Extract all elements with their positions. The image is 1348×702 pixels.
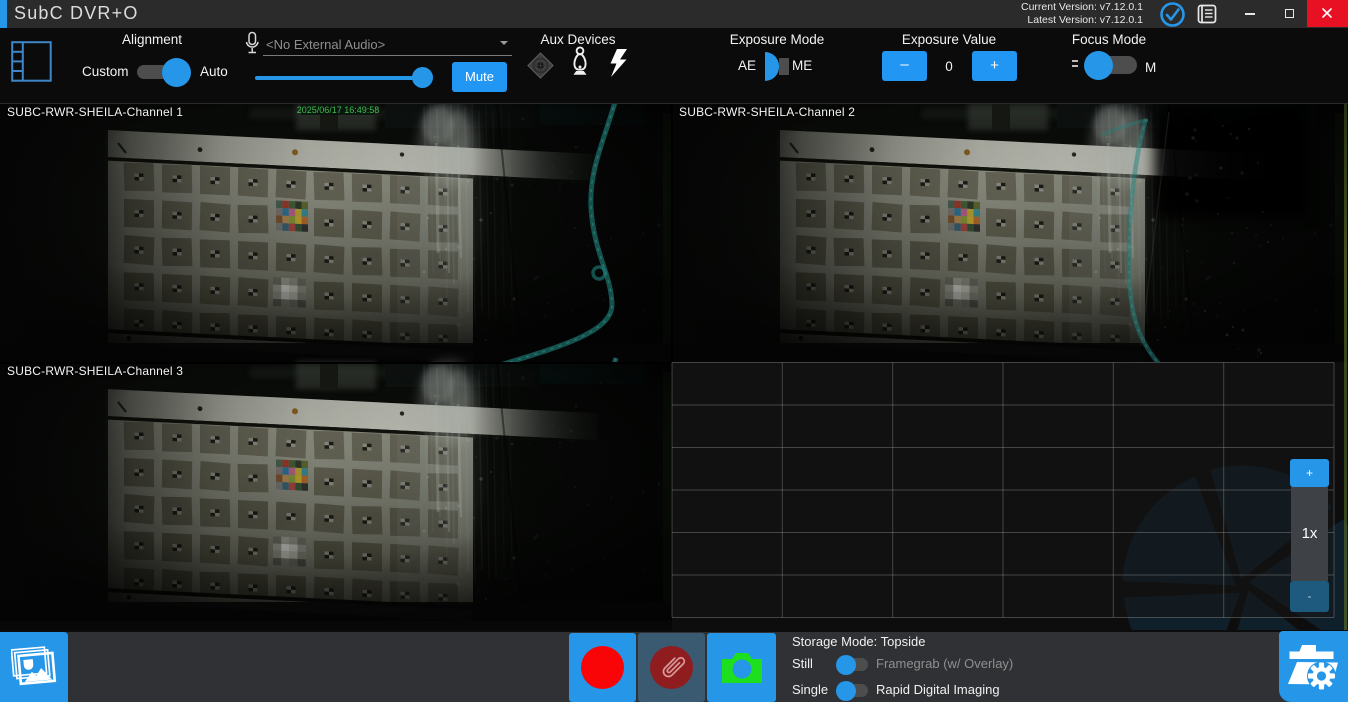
- svg-text:2025/06/17 16:49:58: 2025/06/17 16:49:58: [297, 105, 380, 115]
